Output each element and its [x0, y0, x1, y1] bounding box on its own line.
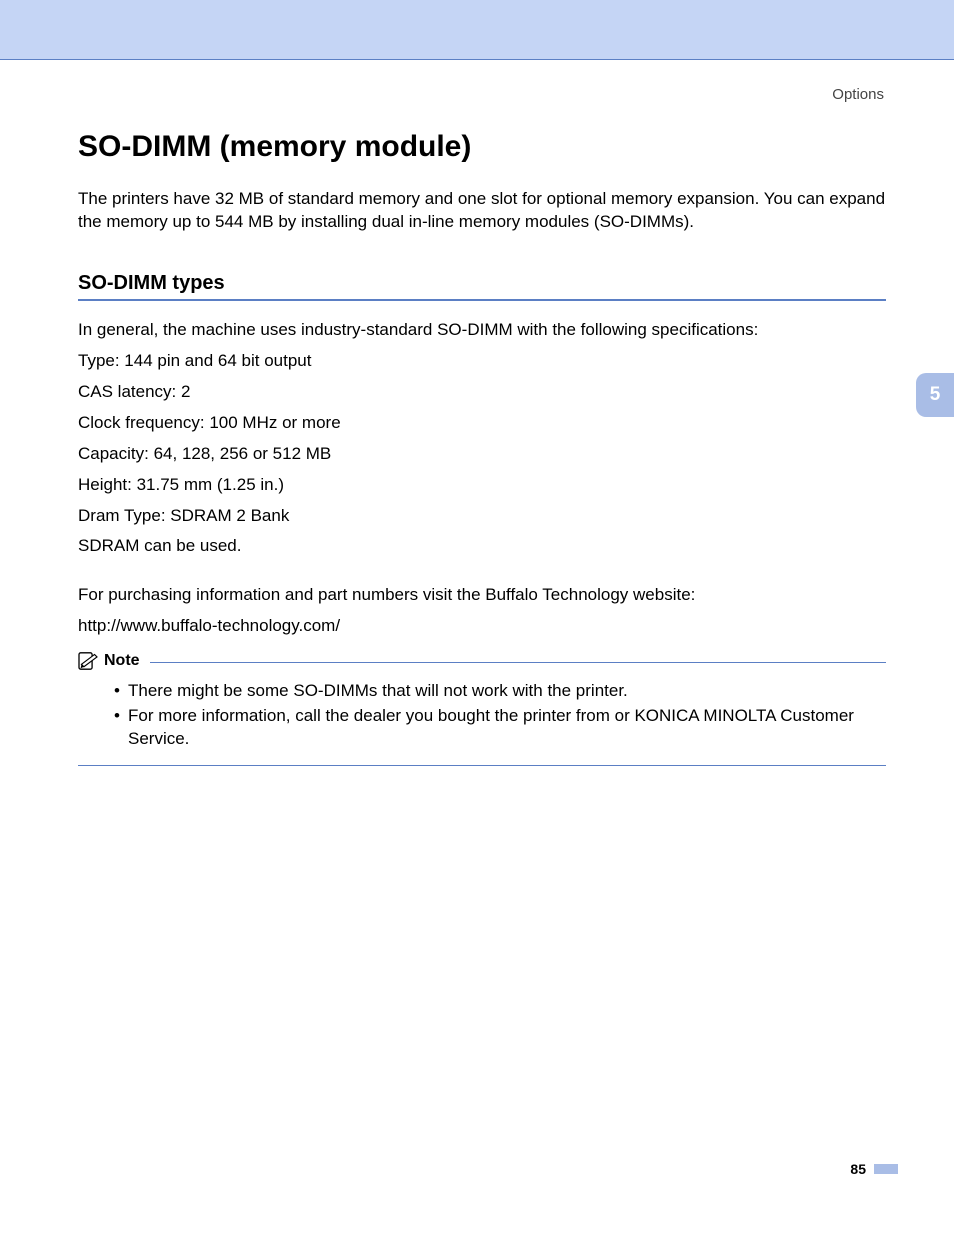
- page-title: SO-DIMM (memory module): [78, 130, 886, 164]
- chapter-tab[interactable]: 5: [916, 373, 954, 417]
- spec-line: SDRAM can be used.: [78, 535, 886, 558]
- note-icon: [78, 652, 98, 670]
- footer-accent: [874, 1164, 898, 1174]
- spec-line: Dram Type: SDRAM 2 Bank: [78, 505, 886, 528]
- spec-line: Clock frequency: 100 MHz or more: [78, 412, 886, 435]
- spec-line: Type: 144 pin and 64 bit output: [78, 350, 886, 373]
- page-footer: 85: [850, 1161, 898, 1177]
- section-label: Options: [832, 86, 884, 103]
- spec-line: Height: 31.75 mm (1.25 in.): [78, 474, 886, 497]
- intro-paragraph: The printers have 32 MB of standard memo…: [78, 188, 886, 234]
- page-number: 85: [850, 1161, 866, 1177]
- note-item: There might be some SO-DIMMs that will n…: [114, 680, 886, 703]
- purchase-url[interactable]: http://www.buffalo-technology.com/: [78, 615, 886, 638]
- top-header-rule: [0, 59, 954, 60]
- spec-line: CAS latency: 2: [78, 381, 886, 404]
- note-item: For more information, call the dealer yo…: [114, 705, 886, 751]
- spec-line: Capacity: 64, 128, 256 or 512 MB: [78, 443, 886, 466]
- note-bottom-rule: [78, 765, 886, 766]
- note-title: Note: [104, 652, 140, 670]
- note-top-rule: [150, 662, 886, 663]
- top-header-bar: [0, 0, 954, 59]
- subheading: SO-DIMM types: [78, 272, 886, 301]
- purchase-line: For purchasing information and part numb…: [78, 584, 886, 607]
- page-content: SO-DIMM (memory module) The printers hav…: [78, 130, 886, 766]
- note-list: There might be some SO-DIMMs that will n…: [114, 680, 886, 751]
- spec-lead: In general, the machine uses industry-st…: [78, 319, 886, 342]
- note-block: Note There might be some SO-DIMMs that w…: [78, 652, 886, 766]
